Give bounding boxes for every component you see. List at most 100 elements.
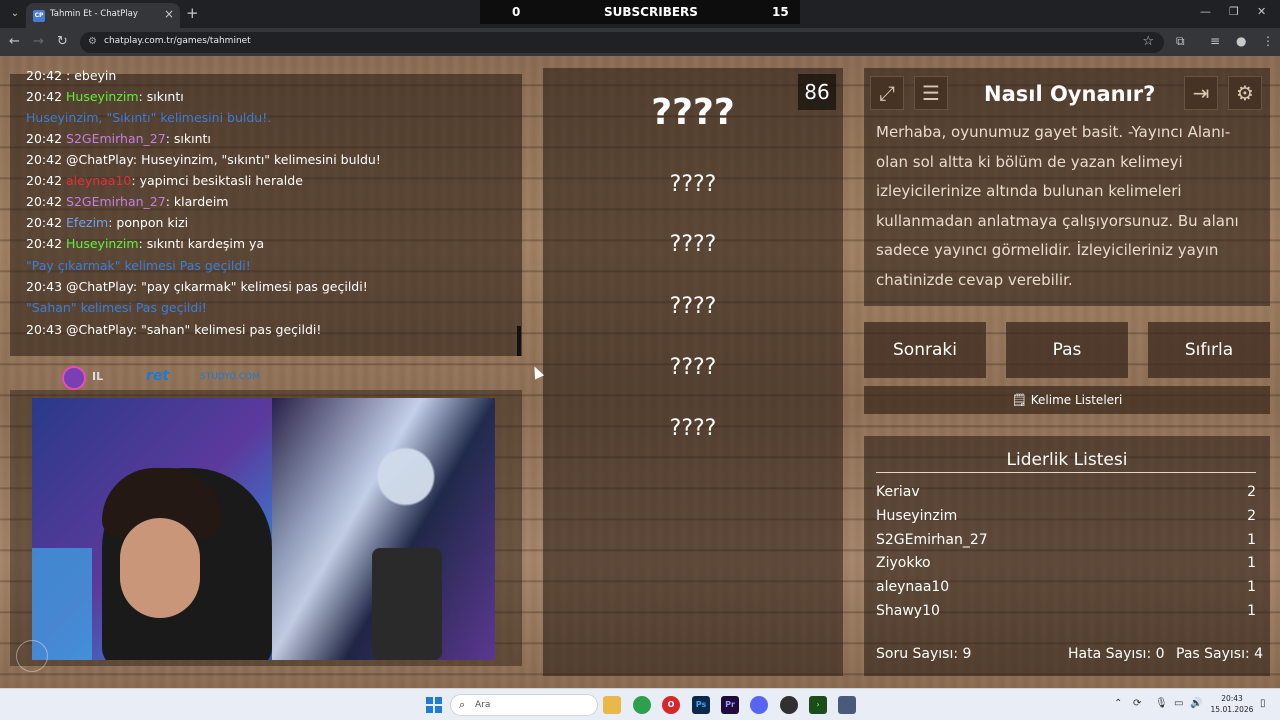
leaderboard-player-name: Shawy10: [876, 603, 940, 619]
chat-message: 20:42 : ebeyin: [26, 68, 116, 83]
close-window-icon[interactable]: ✕: [1257, 5, 1266, 18]
chevron-up-icon[interactable]: ⌃: [1114, 698, 1122, 709]
chat-username[interactable]: S2GEmirhan_27: [66, 131, 166, 146]
leaderboard-player-name: Ziyokko: [876, 555, 931, 571]
chat-username[interactable]: Huseyinzim: [66, 89, 139, 104]
pass-button[interactable]: Pas: [1006, 322, 1128, 378]
chat-time: 20:42: [26, 173, 63, 188]
premiere-icon[interactable]: Pr: [721, 696, 739, 714]
gear-icon[interactable]: ⚙: [1228, 76, 1262, 110]
plus-icon[interactable]: +: [186, 4, 199, 22]
file-explorer-icon[interactable]: [603, 696, 621, 714]
webcam-microphone: [372, 548, 442, 660]
network-icon[interactable]: ▭: [1174, 698, 1183, 709]
chat-text: @ChatPlay: "sahan" kelimesi pas geçildi!: [66, 322, 322, 337]
leaderboard-player-score: 1: [1247, 555, 1256, 571]
main-word: ????: [651, 92, 735, 133]
chat-message: 20:42 aleynaa10: yapimci besiktasli hera…: [26, 173, 303, 188]
subscriber-left-count: 0: [512, 5, 521, 19]
chat-message: 20:42 Huseyinzim: sıkıntı: [26, 89, 184, 104]
photoshop-icon[interactable]: Ps: [692, 696, 710, 714]
opera-icon[interactable]: O: [662, 696, 680, 714]
fullscreen-icon[interactable]: ⤢: [870, 76, 904, 110]
leaderboard-player-name: S2GEmirhan_27: [876, 532, 988, 548]
taskbar-search[interactable]: ⌕ Ara: [450, 694, 598, 716]
restore-icon[interactable]: ❐: [1229, 5, 1239, 18]
menu-icon[interactable]: ⋮: [1262, 34, 1274, 48]
favicon-icon: CP: [33, 10, 45, 22]
document-small-icon: 🗒: [1011, 393, 1031, 407]
leaderboard-panel: Liderlik Listesi Keriav 2 Huseyinzim 2 S2GEm…: [864, 436, 1270, 676]
chat-username[interactable]: Huseyinzim: [66, 236, 139, 251]
chrome-icon[interactable]: [633, 696, 651, 714]
profile-icon[interactable]: ●: [1236, 34, 1246, 48]
webcam-circle-icon: [16, 640, 48, 672]
media-icon[interactable]: ≡: [1210, 34, 1220, 48]
chat-scrollbar[interactable]: [517, 326, 521, 356]
sponsor-subtext: STUDYO.COM: [200, 372, 260, 382]
chat-system-message: "Sahan" kelimesi Pas geçildi!: [26, 300, 207, 315]
forbidden-word: ????: [669, 355, 717, 380]
forward-icon[interactable]: →: [33, 34, 44, 49]
subscriber-overlay: 0 SUBSCRIBERS 15: [480, 0, 800, 24]
chat-system-text: "Sahan" kelimesi Pas geçildi!: [26, 300, 207, 315]
word-lists-button[interactable]: 🗒 Kelime Listeleri: [864, 386, 1270, 414]
reload-icon[interactable]: ↻: [57, 34, 68, 49]
reset-button[interactable]: Sıfırla: [1148, 322, 1270, 378]
webcam-feed: [32, 398, 495, 660]
chat-text: : klardeim: [165, 194, 229, 209]
site-info-icon[interactable]: ⚙: [88, 36, 97, 47]
chat-message: 20:42 S2GEmirhan_27: klardeim: [26, 194, 228, 209]
obs-icon[interactable]: [780, 696, 798, 714]
forbidden-word: ????: [669, 232, 717, 257]
next-button[interactable]: Sonraki: [864, 322, 986, 378]
leaderboard-row: S2GEmirhan_27 1: [876, 532, 1256, 554]
microphone-icon[interactable]: 🎙: [1155, 698, 1168, 709]
minimize-icon[interactable]: —: [1200, 5, 1211, 18]
extensions-icon[interactable]: ⧉: [1176, 34, 1185, 49]
chat-username[interactable]: S2GEmirhan_27: [66, 194, 166, 209]
chat-text: : yapimci besiktasli heralde: [131, 173, 303, 188]
forbidden-word: ????: [669, 172, 717, 197]
subscriber-right-count: 15: [772, 5, 789, 19]
document-icon[interactable]: ☰: [914, 76, 948, 110]
leaderboard-player-name: Huseyinzim: [876, 508, 958, 524]
back-icon[interactable]: ←: [9, 34, 20, 49]
leaderboard-divider: [876, 472, 1256, 473]
chat-message: 20:42 Huseyinzim: sıkıntı kardeşim ya: [26, 236, 264, 251]
discord-icon[interactable]: [750, 696, 768, 714]
leaderboard-row: aleynaa10 1: [876, 579, 1256, 601]
chat-system-text: Huseyinzim, "Sıkıntı" kelimesini buldu!.: [26, 110, 272, 125]
words-panel: 86 ???? ???? ???? ???? ???? ????: [543, 68, 843, 676]
terminal-icon[interactable]: ›: [809, 696, 827, 714]
how-to-play-title: Nasıl Oynanır?: [984, 82, 1156, 106]
close-icon[interactable]: ×: [164, 7, 174, 21]
chat-username[interactable]: aleynaa10: [66, 173, 131, 188]
tab-title: Tahmin Et - ChatPlay: [50, 9, 138, 19]
search-placeholder: Ara: [475, 700, 491, 710]
shield-icon[interactable]: [838, 696, 856, 714]
leaderboard-player-score: 1: [1247, 579, 1256, 595]
url-text: chatplay.com.tr/games/tahminet: [104, 36, 251, 46]
clock-time: 20:43: [1221, 694, 1243, 703]
url-field[interactable]: ⚙ chatplay.com.tr/games/tahminet ☆: [80, 32, 1164, 53]
leaderboard-row: Keriav 2: [876, 484, 1256, 506]
chat-message: 20:42 S2GEmirhan_27: sıkıntı: [26, 131, 211, 146]
chevron-down-icon[interactable]: ⌄: [6, 5, 24, 23]
chat-message: 20:43 @ChatPlay: "pay çıkarmak" kelimesi…: [26, 279, 368, 294]
address-bar: ← → ↻ ⚙ chatplay.com.tr/games/tahminet ☆…: [0, 28, 1280, 56]
windows-start-icon[interactable]: [426, 697, 442, 713]
notification-icon[interactable]: ▯: [1260, 698, 1266, 709]
sponsor-logo: ret: [146, 368, 170, 384]
streamer-area: [10, 390, 522, 666]
chat-text: : ponpon kizi: [108, 215, 189, 230]
chat-text: : sıkıntı kardeşim ya: [138, 236, 265, 251]
volume-icon[interactable]: 🔊: [1190, 698, 1202, 709]
chat-username[interactable]: Efezim: [66, 215, 108, 230]
taskbar-clock[interactable]: 20:43 15.01.2026: [1210, 693, 1254, 715]
logout-icon[interactable]: ⇥: [1184, 76, 1218, 110]
star-icon[interactable]: ☆: [1142, 34, 1154, 49]
sync-icon[interactable]: ⟳: [1133, 698, 1141, 709]
chat-text: : ebeyin: [66, 68, 117, 83]
browser-tab[interactable]: CP Tahmin Et - ChatPlay ×: [26, 3, 180, 28]
